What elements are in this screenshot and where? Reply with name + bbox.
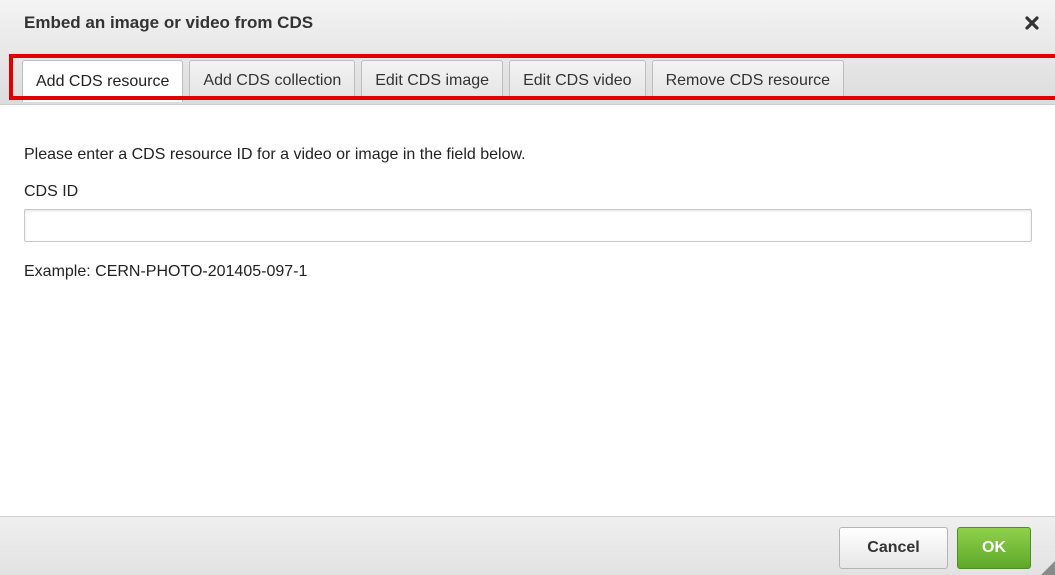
- resize-handle-icon[interactable]: [1041, 561, 1055, 575]
- close-button[interactable]: [1019, 10, 1045, 36]
- tab-remove-cds-resource[interactable]: Remove CDS resource: [651, 60, 845, 100]
- dialog-titlebar: Embed an image or video from CDS: [0, 0, 1055, 48]
- instruction-text: Please enter a CDS resource ID for a vid…: [24, 146, 526, 163]
- tab-list: Add CDS resource Add CDS collection Edit…: [22, 60, 845, 102]
- tab-add-cds-resource[interactable]: Add CDS resource: [22, 60, 184, 102]
- example-text: Example: CERN-PHOTO-201405-097-1: [24, 263, 308, 280]
- cancel-button[interactable]: Cancel: [839, 527, 948, 569]
- cds-id-label: CDS ID: [24, 183, 79, 200]
- tab-edit-cds-video[interactable]: Edit CDS video: [509, 60, 646, 100]
- cds-embed-dialog: Embed an image or video from CDS Add CDS…: [0, 0, 1055, 575]
- dialog-content: Please enter a CDS resource ID for a vid…: [24, 146, 1034, 281]
- close-icon: [1025, 16, 1039, 30]
- tab-add-cds-collection[interactable]: Add CDS collection: [189, 60, 356, 100]
- dialog-title: Embed an image or video from CDS: [24, 13, 314, 32]
- tab-edit-cds-image[interactable]: Edit CDS image: [361, 60, 504, 100]
- ok-button[interactable]: OK: [957, 527, 1031, 569]
- cds-id-input[interactable]: [24, 209, 1032, 242]
